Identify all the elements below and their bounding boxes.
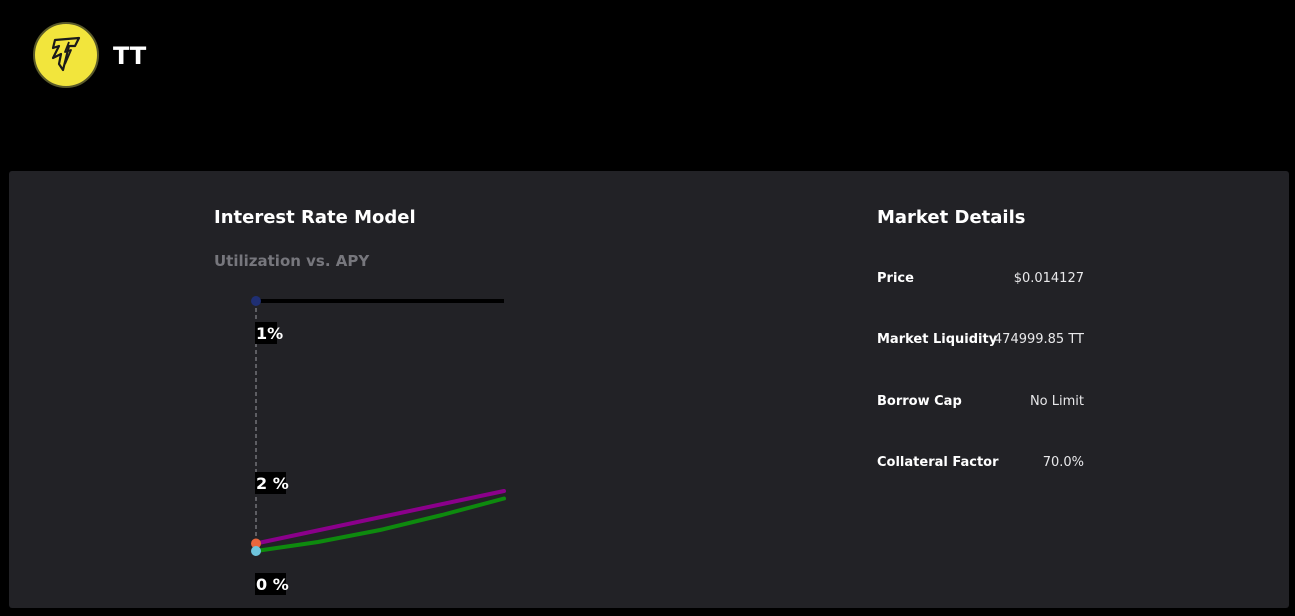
detail-row-market-liquidity: Market Liquidity 474999.85 TT xyxy=(877,330,1084,350)
borrow-cap-label: Borrow Cap xyxy=(877,394,962,409)
collateral-factor-label: Collateral Factor xyxy=(877,455,999,470)
borrow-cap-value: No Limit xyxy=(1029,394,1084,409)
series-marker-3 xyxy=(251,546,261,556)
token-symbol: TT xyxy=(113,42,147,70)
detail-row-collateral-factor: Collateral Factor 70.0% xyxy=(877,453,1084,473)
market-details-title: Market Details xyxy=(877,207,1026,228)
chart-label-mid: 2 % xyxy=(256,474,289,493)
price-label: Price xyxy=(877,271,914,286)
market-liquidity-label: Market Liquidity xyxy=(877,332,998,347)
chart-label-bottom: 0 % xyxy=(256,575,289,594)
series-line-1 xyxy=(254,489,506,546)
series-marker-1 xyxy=(251,296,261,306)
detail-row-borrow-cap: Borrow Cap No Limit xyxy=(877,392,1084,412)
header: TT xyxy=(0,0,1295,170)
interest-rate-chart[interactable]: 1% 2 % 0 % xyxy=(9,171,1289,608)
market-panel: Interest Rate Model Utilization vs. APY … xyxy=(9,171,1289,608)
tt-bolt-logo-icon xyxy=(33,22,99,88)
collateral-factor-value: 70.0% xyxy=(1042,455,1084,470)
series-line-2 xyxy=(254,496,506,553)
market-liquidity-value: 474999.85 TT xyxy=(993,332,1084,347)
detail-row-price: Price $0.014127 xyxy=(877,269,1084,289)
chart-label-top: 1% xyxy=(256,324,283,343)
price-value: $0.014127 xyxy=(1013,271,1084,286)
